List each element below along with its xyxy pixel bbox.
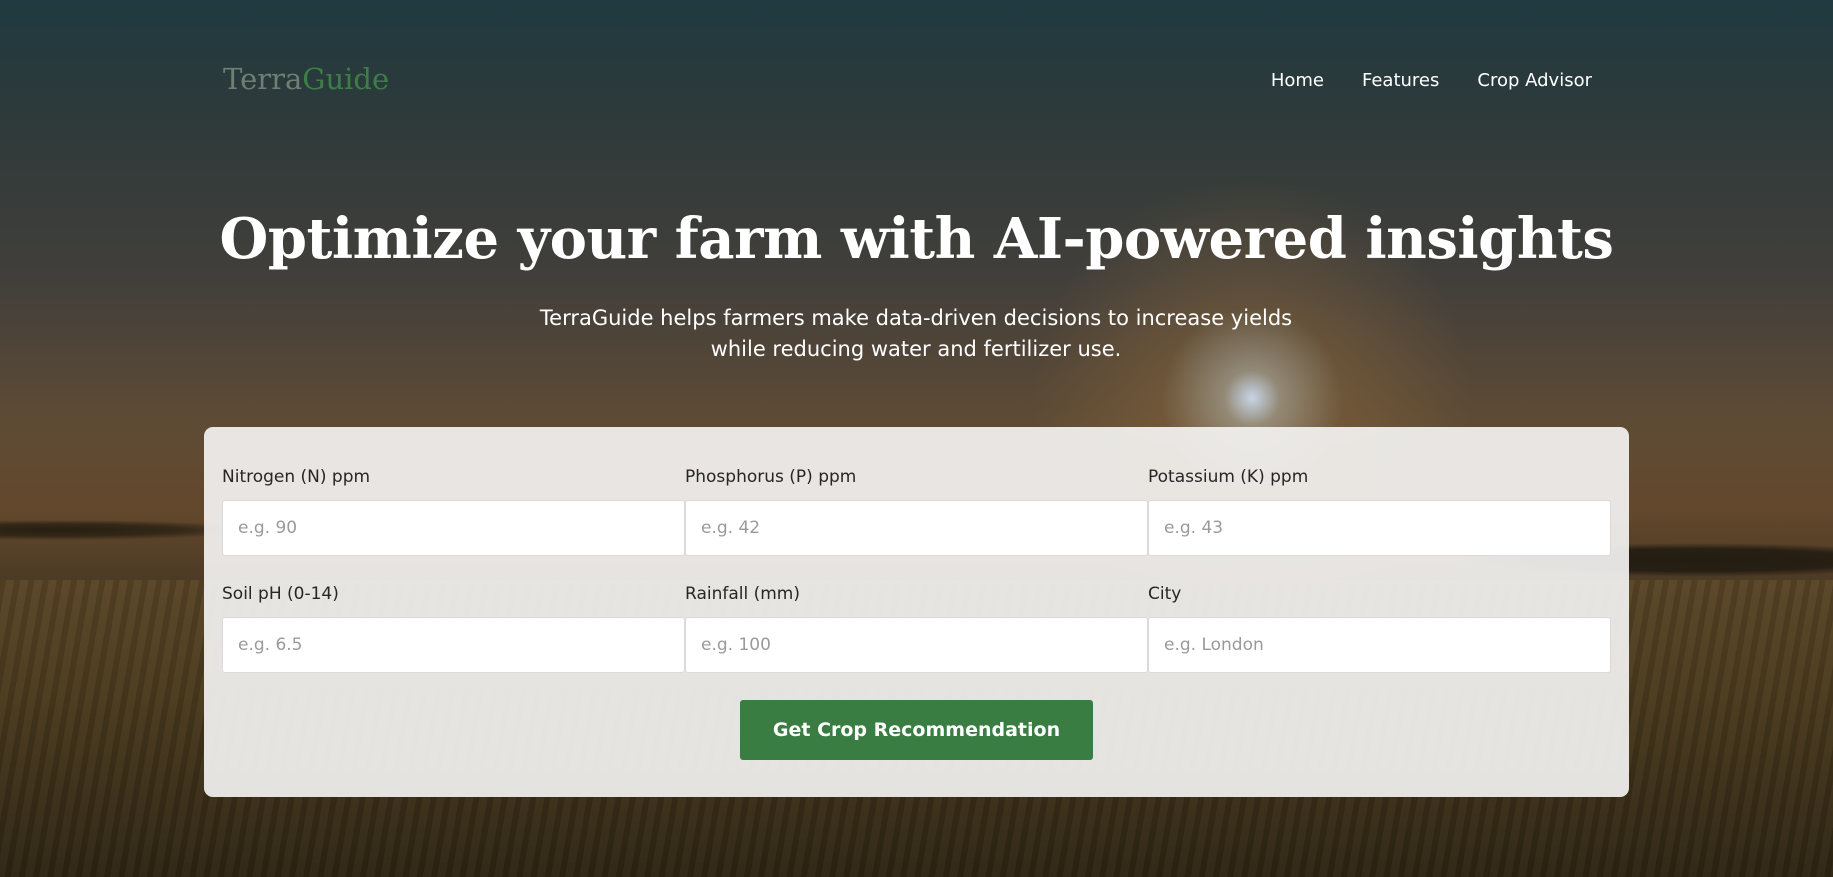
city-label: City [1148,584,1182,604]
hero-subtitle-line-2: while reducing water and fertilizer use. [710,337,1122,361]
nav-link-home[interactable]: Home [1271,70,1324,91]
top-navigation: TerraGuide Home Features Crop Advisor [0,0,1833,165]
nitrogen-field-group: Nitrogen (N) ppm [222,467,685,556]
potassium-field-group: Potassium (K) ppm [1148,467,1611,556]
potassium-input[interactable] [1148,500,1611,556]
hero-subtitle: TerraGuide helps farmers make data-drive… [466,303,1366,365]
nav-link-features[interactable]: Features [1362,70,1439,91]
brand-logo[interactable]: TerraGuide [223,62,389,96]
brand-name-part1: Terra [223,62,303,96]
soil-ph-input[interactable] [222,617,685,673]
brand-name-part2: Guide [302,62,390,96]
hero-headline: Optimize your farm with AI-powered insig… [219,206,1614,272]
rainfall-input[interactable] [685,617,1148,673]
nitrogen-input[interactable] [222,500,685,556]
nitrogen-label: Nitrogen (N) ppm [222,467,371,487]
phosphorus-label: Phosphorus (P) ppm [685,467,857,487]
soil-ph-field-group: Soil pH (0-14) [222,584,685,673]
rainfall-field-group: Rainfall (mm) [685,584,1148,673]
potassium-label: Potassium (K) ppm [1148,467,1309,487]
rainfall-label: Rainfall (mm) [685,584,800,604]
crop-recommendation-form: Nitrogen (N) ppm Phosphorus (P) ppm Pota… [204,427,1629,797]
hero-subtitle-line-1: TerraGuide helps farmers make data-drive… [539,306,1293,330]
city-input[interactable] [1148,617,1611,673]
nav-links: Home Features Crop Advisor [1271,70,1592,91]
soil-ph-label: Soil pH (0-14) [222,584,339,604]
nav-link-crop-advisor[interactable]: Crop Advisor [1477,70,1592,91]
phosphorus-field-group: Phosphorus (P) ppm [685,467,1148,556]
get-crop-recommendation-button[interactable]: Get Crop Recommendation [740,700,1093,760]
city-field-group: City [1148,584,1611,673]
phosphorus-input[interactable] [685,500,1148,556]
